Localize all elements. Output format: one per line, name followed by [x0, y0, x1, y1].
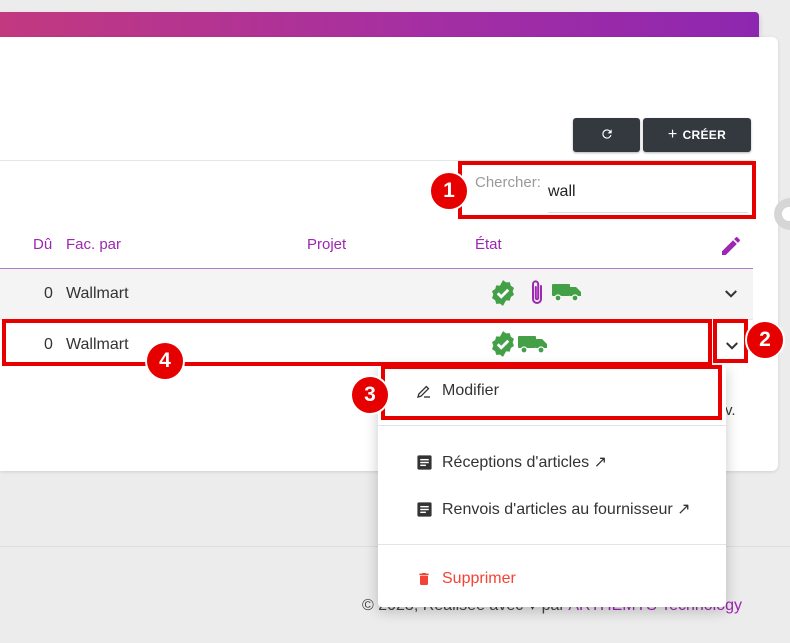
menu-item-label: Renvois d'articles au fournisseur ↗	[442, 501, 691, 518]
verified-badge-icon	[489, 279, 517, 312]
create-button-label: CRÉER	[682, 128, 727, 142]
row-billed-by: Wallmart	[66, 285, 129, 302]
annotation-box-search	[458, 161, 756, 219]
annotation-box-row	[2, 319, 712, 366]
annotation-badge: 2	[745, 320, 785, 360]
document-icon	[416, 501, 438, 518]
menu-item-receptions[interactable]: Réceptions d'articles ↗	[378, 444, 726, 480]
row-due: 0	[44, 285, 53, 302]
refresh-button[interactable]	[573, 118, 640, 152]
plus-icon: +	[667, 126, 678, 143]
refresh-icon	[600, 127, 614, 144]
pencil-icon[interactable]	[719, 234, 743, 263]
paperclip-icon	[527, 278, 547, 313]
menu-item-label: Supprimer	[442, 570, 516, 587]
annotation-badge: 3	[350, 375, 390, 415]
document-icon	[416, 454, 438, 471]
truck-icon	[551, 281, 583, 308]
chevron-down-icon[interactable]	[721, 284, 741, 304]
annotation-badge: 1	[429, 171, 469, 211]
annotation-badge: 4	[145, 341, 185, 381]
menu-divider	[378, 544, 726, 545]
annotation-box-modify	[381, 365, 722, 420]
create-button[interactable]: + CRÉER	[643, 118, 751, 152]
menu-item-label: Réceptions d'articles ↗	[442, 454, 607, 471]
menu-item-supplier-returns[interactable]: Renvois d'articles au fournisseur ↗	[378, 491, 726, 527]
annotation-box-toggle	[713, 319, 748, 363]
menu-item-delete[interactable]: Supprimer	[378, 561, 726, 597]
column-header-due[interactable]: Dû	[33, 236, 52, 253]
handle-dot	[782, 207, 790, 221]
partial-text: v.	[725, 402, 736, 419]
column-header-project[interactable]: Projet	[307, 236, 346, 253]
trash-icon	[416, 570, 438, 588]
menu-divider	[378, 425, 726, 426]
column-header-billed-by[interactable]: Fac. par	[66, 236, 121, 253]
column-header-status[interactable]: État	[475, 236, 502, 253]
